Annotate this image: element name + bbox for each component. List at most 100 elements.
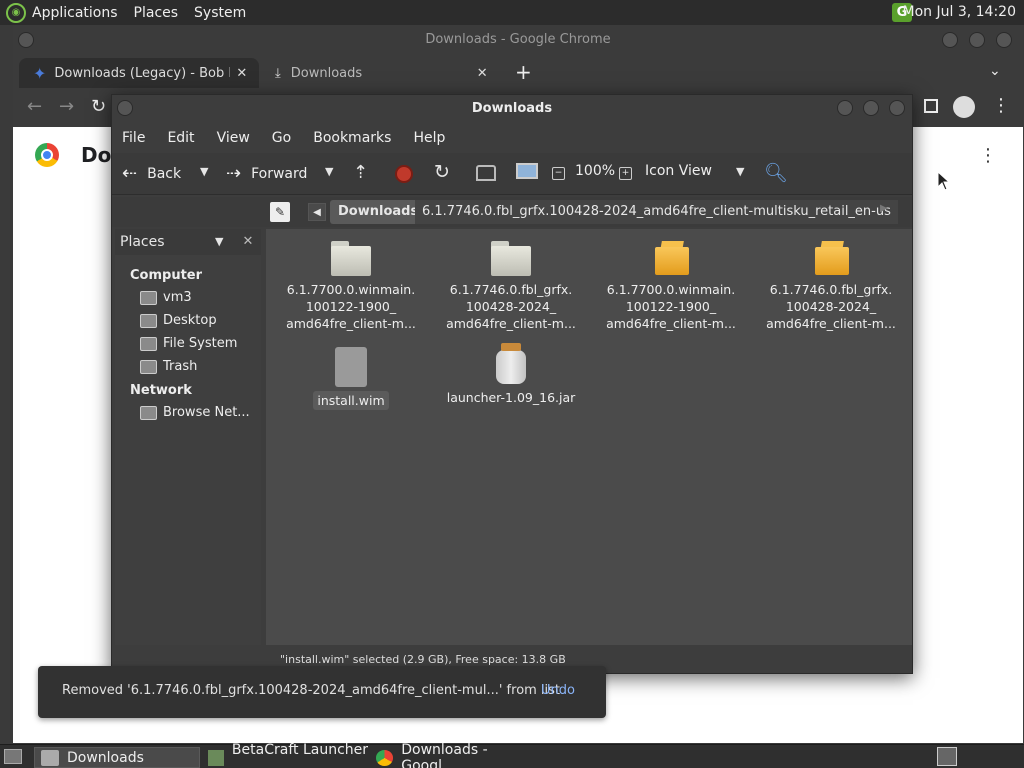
tab-close-icon[interactable]: ✕ (236, 66, 247, 81)
menu-go[interactable]: Go (272, 130, 291, 146)
minimize-icon[interactable] (837, 100, 853, 116)
menu-edit[interactable]: Edit (167, 130, 194, 146)
window-menu-icon[interactable] (117, 100, 133, 116)
fm-pathbar: ✎ ◀ Downloads 6.1.7746.0.fbl_grfx.100428… (112, 197, 912, 227)
clock[interactable]: Mon Jul 3, 14:20 (903, 4, 1016, 20)
puzzle-icon: ✦ (33, 63, 47, 83)
sidebar-item-label: Trash (163, 359, 198, 374)
stop-icon[interactable] (395, 165, 413, 183)
chevron-down-icon[interactable]: ▼ (215, 235, 223, 248)
tab-downloads[interactable]: ⤓ Downloads ✕ (269, 58, 497, 88)
network-icon (140, 405, 157, 420)
show-desktop-icon[interactable] (4, 749, 22, 764)
path-left-arrow-icon[interactable]: ◀ (308, 203, 326, 221)
file-item-launcher-jar[interactable]: launcher-1.09_16.jar (436, 343, 586, 406)
home-folder-icon (140, 290, 157, 305)
profile-avatar-icon[interactable] (953, 96, 975, 118)
undo-button[interactable]: Undo (541, 683, 575, 698)
tab-close-icon[interactable]: ✕ (477, 66, 488, 81)
betacraft-icon (208, 749, 224, 766)
package-icon (811, 239, 851, 277)
sidebar-item-vm3[interactable]: vm3 (140, 290, 192, 305)
file-name-line: amd64fre_client-m... (446, 316, 576, 331)
path-segment-downloads[interactable]: Downloads (330, 200, 427, 224)
menu-system[interactable]: System (194, 5, 246, 21)
task-downloads-chrome[interactable]: Downloads - Googl... (370, 742, 540, 768)
sidebar-heading-network: Network (130, 383, 192, 398)
download-removed-toast: Removed '6.1.7746.0.fbl_grfx.100428-2024… (38, 666, 606, 718)
file-item-package[interactable]: 6.1.7746.0.fbl_grfx. 100428-2024_ amd64f… (756, 239, 906, 332)
reload-icon[interactable]: ↻ (434, 161, 450, 183)
workspace-switcher-icon[interactable] (937, 747, 957, 766)
sidebar-heading-computer: Computer (130, 268, 203, 283)
file-name-line: 100428-2024_ (465, 299, 557, 314)
edit-location-icon[interactable]: ✎ (270, 202, 290, 222)
close-sidebar-icon[interactable]: ✕ (239, 233, 257, 251)
file-item-folder[interactable]: 6.1.7700.0.winmain. 100122-1900_ amd64fr… (276, 239, 426, 332)
back-label: Back (147, 165, 182, 182)
file-name-line: 6.1.7700.0.winmain. (606, 282, 736, 297)
search-icon[interactable]: 🔍︎ (764, 161, 788, 184)
file-name-line: amd64fre_client-m... (766, 316, 896, 331)
new-tab-icon[interactable]: + (515, 60, 532, 84)
menu-applications[interactable]: Applications (32, 5, 118, 21)
sidebar-item-trash[interactable]: Trash (140, 359, 197, 374)
view-mode-select[interactable]: Icon View (645, 163, 750, 179)
menu-file[interactable]: File (122, 130, 145, 146)
reload-icon[interactable]: ↻ (91, 96, 106, 117)
menu-help[interactable]: Help (413, 130, 445, 146)
chevron-down-icon[interactable]: ⌄ (989, 63, 1001, 79)
up-arrow-icon[interactable]: ⇡ (353, 162, 368, 183)
window-menu-icon[interactable] (18, 32, 34, 48)
minimize-icon[interactable] (942, 32, 958, 48)
sidebar-item-file-system[interactable]: File System (140, 336, 237, 351)
file-name-line: 100122-1900_ (625, 299, 717, 314)
sidebar-item-label: vm3 (163, 290, 192, 305)
kebab-menu-icon[interactable]: ⋮ (992, 95, 1010, 116)
computer-icon[interactable] (516, 163, 538, 179)
menu-view[interactable]: View (217, 130, 250, 146)
forward-button[interactable]: ⇢ Forward (226, 163, 307, 184)
file-name-line: 6.1.7746.0.fbl_grfx. (769, 282, 893, 297)
maximize-icon[interactable] (863, 100, 879, 116)
forward-history-dropdown-icon[interactable]: ▼ (325, 165, 333, 178)
maximize-icon[interactable] (969, 32, 985, 48)
task-betacraft-launcher[interactable]: BetaCraft Launcher ... (202, 742, 368, 768)
top-panel: ◉ Applications Places System G Mon Jul 3… (0, 0, 1024, 25)
zoom-in-icon[interactable]: + (619, 167, 632, 180)
chrome-logo-icon (376, 749, 394, 766)
forward-label: Forward (251, 165, 308, 182)
tab-label: Downloads (Legacy) - Bob Por (54, 65, 231, 81)
menu-places[interactable]: Places (134, 5, 179, 21)
task-downloads-file-manager[interactable]: Downloads (34, 747, 200, 768)
back-arrow-icon[interactable]: ← (27, 96, 42, 117)
close-icon[interactable] (996, 32, 1012, 48)
chevron-down-icon[interactable]: ▼ (736, 165, 744, 178)
file-item-install-wim[interactable]: install.wim (276, 347, 426, 410)
status-text: "install.wim" selected (2.9 GB), Free sp… (280, 653, 566, 666)
file-item-folder[interactable]: 6.1.7746.0.fbl_grfx. 100428-2024_ amd64f… (436, 239, 586, 332)
back-arrow-icon: ⇠ (122, 163, 138, 184)
sidebar-item-label: File System (163, 336, 238, 351)
menu-bookmarks[interactable]: Bookmarks (313, 130, 391, 146)
download-icon: ⤓ (275, 65, 281, 81)
side-panel-icon[interactable] (924, 99, 938, 113)
file-icon (335, 347, 367, 387)
back-button[interactable]: ⇠ Back (122, 163, 181, 184)
sidebar-item-label: Browse Net... (163, 405, 250, 420)
forward-arrow-icon[interactable]: → (59, 96, 74, 117)
close-icon[interactable] (889, 100, 905, 116)
home-icon[interactable] (476, 165, 496, 181)
tab-downloads-legacy[interactable]: ✦ Downloads (Legacy) - Bob Por ✕ (19, 58, 259, 88)
sidebar-item-desktop[interactable]: Desktop (140, 313, 217, 328)
file-item-package[interactable]: 6.1.7700.0.winmain. 100122-1900_ amd64fr… (596, 239, 746, 332)
path-right-arrow-icon[interactable]: ▶ (880, 203, 888, 214)
path-segment-next[interactable]: 6.1.7746.0.fbl_grfx.100428-2024_amd64fre… (415, 200, 898, 224)
page-kebab-menu-icon[interactable]: ⋮ (979, 145, 997, 166)
back-history-dropdown-icon[interactable]: ▼ (200, 165, 208, 178)
drive-icon (140, 336, 157, 351)
sidebar-item-label: Desktop (163, 313, 217, 328)
distro-logo-icon[interactable]: ◉ (6, 2, 26, 23)
zoom-out-icon[interactable]: − (552, 167, 565, 180)
sidebar-item-browse-network[interactable]: Browse Net... (140, 405, 250, 420)
